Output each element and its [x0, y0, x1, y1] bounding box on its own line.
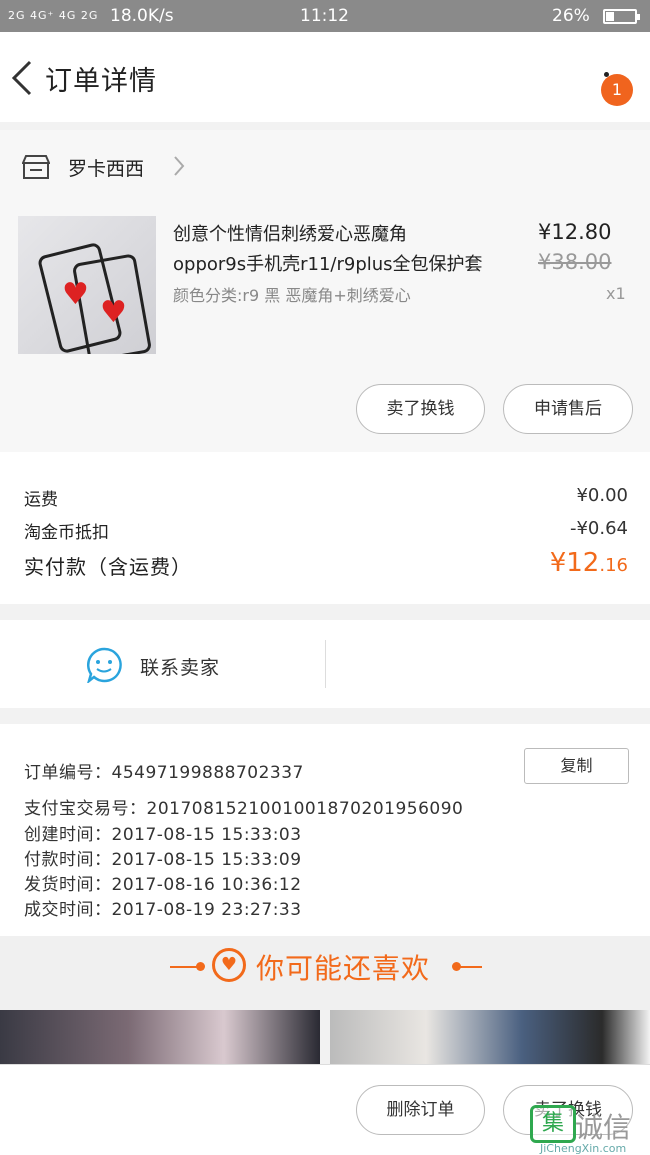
copy-button[interactable]: 复制 — [524, 748, 629, 784]
divider — [456, 966, 482, 968]
order-info: 订单编号：45497199888702337 复制 支付宝交易号：2017081… — [0, 724, 650, 936]
page-title: 订单详情 — [45, 66, 157, 97]
delete-order-button[interactable]: 删除订单 — [356, 1085, 485, 1135]
chat-bubble-icon[interactable] — [86, 647, 122, 683]
order-number: 订单编号：45497199888702337 — [24, 763, 304, 783]
chevron-right-icon — [174, 156, 185, 176]
contact-bar: 联系卖家 — [0, 620, 650, 708]
divider-dot — [196, 962, 205, 971]
payment-summary: 运费 ¥0.00 淘金币抵扣 -¥0.64 实付款（含运费） ¥12.16 — [0, 452, 650, 604]
heart-icon: ♥ — [212, 948, 246, 982]
paid-time: 付款时间：2017-08-15 15:33:09 — [24, 850, 302, 870]
product-variant: 颜色分类:r9 黑 恶魔角+刺绣爱心 — [173, 286, 411, 305]
product-price: ¥12.80 — [538, 220, 612, 244]
recommended-product-image[interactable] — [0, 1010, 320, 1066]
recommend-title: 你可能还喜欢 — [256, 952, 431, 985]
watermark-text: 诚信 — [575, 1111, 632, 1144]
battery-icon — [603, 9, 640, 24]
back-arrow-icon[interactable] — [8, 58, 38, 98]
shipping-value: ¥0.00 — [576, 485, 628, 506]
divider — [325, 640, 326, 688]
shipping-label: 运费 — [24, 490, 58, 510]
completed-time: 成交时间：2017-08-19 23:27:33 — [24, 900, 302, 920]
product-card[interactable]: ♥ ♥ 创意个性情侣刺绣爱心恶魔角 oppor9s手机壳r11/r9plus全包… — [0, 206, 650, 452]
recommended-product-image[interactable] — [330, 1010, 650, 1066]
shipped-time: 发货时间：2017-08-16 10:36:12 — [24, 875, 302, 895]
total-paid-value: ¥12.16 — [549, 548, 628, 578]
clock: 11:12 — [300, 6, 349, 26]
shop-name: 罗卡西西 — [68, 158, 145, 180]
coin-deduction-value: -¥0.64 — [569, 518, 628, 539]
coin-deduction-label: 淘金币抵扣 — [24, 523, 109, 543]
watermark-logo: 集 — [530, 1105, 576, 1143]
product-title-line2: oppor9s手机壳r11/r9plus全包保护套 — [173, 254, 483, 275]
status-bar: 2G 4G⁺ 4G 2G 18.0K/s 11:12 26% — [0, 0, 650, 32]
recommend-header: ♥ 你可能还喜欢 — [0, 936, 650, 1010]
watermark-url: JiChengXin.com — [540, 1142, 627, 1155]
battery-percent: 26% — [552, 6, 590, 26]
product-quantity: x1 — [606, 284, 626, 303]
sell-for-cash-button[interactable]: 卖了换钱 — [356, 384, 485, 434]
contact-seller-button[interactable]: 联系卖家 — [140, 653, 220, 680]
created-time: 创建时间：2017-08-15 15:33:03 — [24, 825, 302, 845]
header: 订单详情 1 — [0, 32, 650, 122]
total-paid-label: 实付款（含运费） — [24, 555, 192, 579]
product-thumbnail[interactable]: ♥ ♥ — [18, 216, 156, 354]
alipay-number: 支付宝交易号：2017081521001001870201956090 — [24, 799, 464, 819]
product-title-line1: 创意个性情侣刺绣爱心恶魔角 — [173, 224, 407, 245]
shop-icon — [22, 155, 50, 179]
notification-badge: 1 — [601, 74, 633, 106]
signal-indicator: 2G 4G⁺ 4G 2G — [8, 9, 99, 22]
after-sales-button[interactable]: 申请售后 — [503, 384, 633, 434]
product-original-price: ¥38.00 — [538, 250, 612, 274]
network-speed: 18.0K/s — [110, 6, 174, 26]
shop-row[interactable]: 罗卡西西 — [0, 130, 650, 206]
